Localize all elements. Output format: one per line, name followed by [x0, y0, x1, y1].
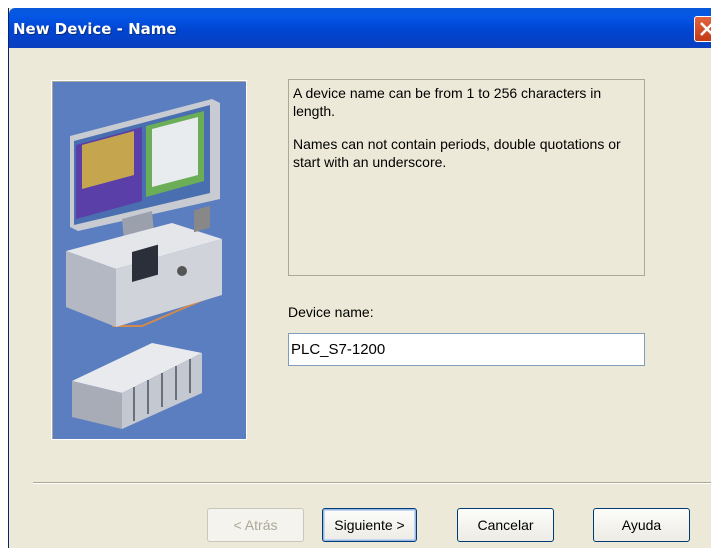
- next-button[interactable]: Siguiente >: [322, 508, 417, 542]
- device-name-input[interactable]: [288, 333, 645, 366]
- back-button[interactable]: < Atrás: [207, 508, 304, 542]
- info-length-text: A device name can be from 1 to 256 chara…: [293, 85, 602, 119]
- title-bar: New Device - Name: [9, 8, 711, 48]
- wizard-illustration: [51, 80, 247, 440]
- help-button[interactable]: Ayuda: [593, 508, 690, 542]
- separator: [33, 482, 711, 484]
- device-name-label: Device name:: [288, 304, 374, 320]
- info-box: A device name can be from 1 to 256 chara…: [288, 79, 645, 276]
- close-icon: [700, 22, 711, 36]
- computer-plc-illustration: [66, 99, 222, 429]
- cancel-button[interactable]: Cancelar: [457, 508, 554, 542]
- window-title: New Device - Name: [13, 20, 177, 38]
- close-button[interactable]: [694, 16, 711, 42]
- new-device-dialog: New Device - Name A device name can be f…: [8, 8, 711, 548]
- info-rules-text: Names can not contain periods, double qu…: [293, 136, 621, 170]
